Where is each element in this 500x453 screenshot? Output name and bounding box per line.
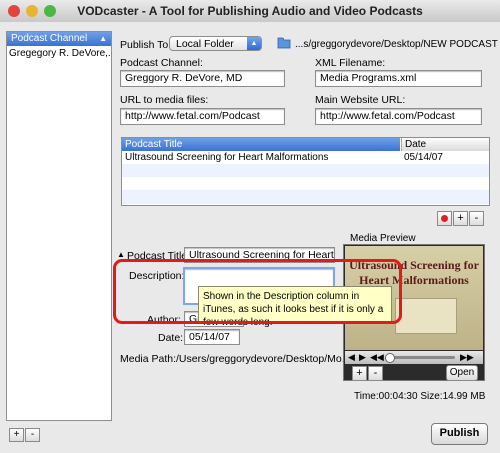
date-field[interactable]: 05/14/07 — [184, 329, 240, 345]
media-preview-label: Media Preview — [350, 233, 416, 244]
publish-to-select[interactable]: Local Folder ▲ — [169, 36, 262, 51]
empty-row — [122, 164, 489, 177]
main-site-label: Main Website URL: — [315, 94, 406, 106]
empty-row — [122, 190, 489, 204]
column-header-date[interactable]: Date — [401, 138, 489, 151]
channel-sidebar: Podcast Channel ▲ Gregegory R. DeVore,..… — [6, 31, 112, 421]
remove-channel-button[interactable]: - — [25, 428, 40, 442]
disclosure-triangle-icon[interactable]: ▲ — [117, 250, 125, 259]
column-header-title[interactable]: Podcast Title — [122, 138, 400, 151]
preview-remove-button[interactable]: - — [368, 366, 383, 381]
date-label: Date: — [158, 332, 184, 344]
add-episode-button[interactable]: + — [453, 211, 468, 226]
record-button[interactable] — [437, 211, 452, 226]
sidebar-header-label: Podcast Channel — [11, 33, 88, 44]
add-channel-button[interactable]: + — [9, 428, 24, 442]
sidebar-header[interactable]: Podcast Channel ▲ — [7, 32, 111, 46]
main-site-field[interactable]: http://www.fetal.com/Podcast — [315, 108, 482, 125]
row-date: 05/14/07 — [404, 152, 443, 163]
sort-ascending-icon: ▲ — [99, 34, 107, 43]
thumbnail-image — [395, 298, 457, 334]
volume-icon[interactable]: ◀ — [348, 352, 355, 363]
url-media-label: URL to media files: — [120, 94, 209, 106]
podcast-channel-label: Podcast Channel: — [120, 57, 203, 69]
remove-episode-button[interactable]: - — [469, 211, 484, 226]
url-media-field[interactable]: http://www.fetal.com/Podcast — [120, 108, 285, 125]
chevron-updown-icon: ▲ — [247, 37, 261, 50]
record-icon — [441, 215, 448, 222]
media-controls: ◀ ▶ ◀◀ ▶▶ — [345, 351, 483, 364]
scrubber-track[interactable] — [385, 356, 455, 359]
title-bar: VODcaster - A Tool for Publishing Audio … — [0, 0, 500, 23]
publish-to-label: Publish To: — [120, 39, 172, 51]
row-title: Ultrasound Screening for Heart Malformat… — [125, 152, 329, 163]
sidebar-item-channel[interactable]: Gregegory R. DeVore,... — [7, 47, 111, 61]
publish-path: ...s/greggorydevore/Desktop/NEW PODCAST — [295, 39, 498, 50]
folder-icon[interactable] — [277, 35, 291, 49]
xml-filename-label: XML Filename: — [315, 57, 386, 69]
xml-filename-field[interactable]: Media Programs.xml — [315, 70, 482, 87]
preview-add-button[interactable]: + — [352, 366, 367, 381]
rewind-icon[interactable]: ◀◀ — [370, 352, 384, 363]
open-button[interactable]: Open — [446, 365, 478, 381]
scrubber-thumb[interactable] — [385, 353, 395, 363]
media-path-value: /Users/greggorydevore/Desktop/Mo... — [176, 353, 351, 365]
publish-button[interactable]: Publish — [431, 423, 488, 445]
media-info: Time:00:04:30 Size:14.99 MB — [354, 391, 486, 402]
window-title: VODcaster - A Tool for Publishing Audio … — [77, 4, 423, 18]
fast-forward-icon[interactable]: ▶▶ — [460, 352, 474, 363]
media-path-label: Media Path: — [120, 353, 177, 365]
episode-table: Podcast Title Date Ultrasound Screening … — [121, 137, 490, 206]
table-row[interactable]: Ultrasound Screening for Heart Malformat… — [122, 151, 489, 164]
podcast-channel-field[interactable]: Greggory R. DeVore, MD — [120, 70, 285, 87]
empty-row — [122, 177, 489, 190]
highlight-annotation — [113, 259, 402, 324]
play-icon[interactable]: ▶ — [359, 352, 366, 363]
